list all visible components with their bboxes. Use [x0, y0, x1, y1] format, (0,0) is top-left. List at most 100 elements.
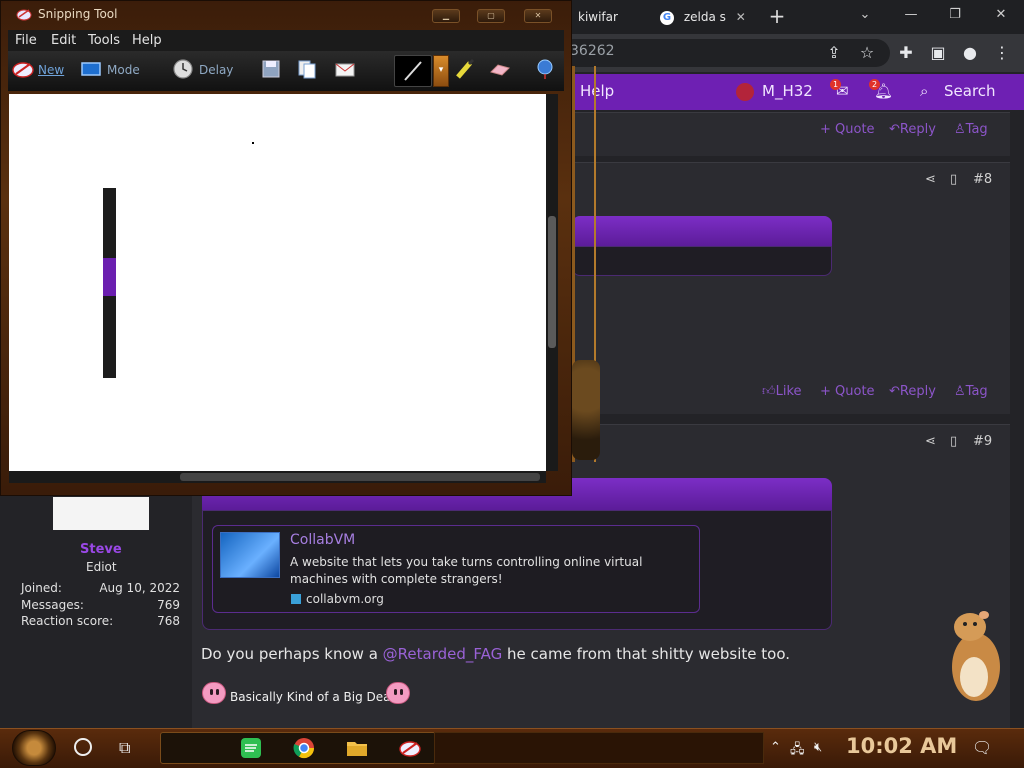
- menu-tools[interactable]: Tools: [88, 33, 120, 48]
- reply-link[interactable]: ↶Reply: [889, 122, 936, 137]
- snipping-tool-icon: [16, 9, 32, 21]
- capture-mark: [252, 142, 254, 144]
- share-icon[interactable]: ⋖: [925, 434, 936, 449]
- snip-canvas[interactable]: [9, 94, 546, 471]
- quote-header: [572, 216, 832, 246]
- captured-image-purple-band: [103, 258, 116, 296]
- vertical-scroll-thumb[interactable]: [548, 216, 556, 348]
- kirby-icon: [386, 682, 410, 704]
- tab-title: zelda s: [683, 10, 726, 24]
- menu-kebab-icon[interactable]: ⋮: [990, 41, 1014, 65]
- bookmark-icon[interactable]: ▯: [950, 434, 957, 449]
- new-snip-icon[interactable]: [12, 58, 34, 80]
- tab-title: kiwifar: [578, 10, 618, 24]
- username-link[interactable]: Steve: [80, 542, 122, 557]
- search-icon[interactable]: [74, 738, 92, 756]
- joined-value: Aug 10, 2022: [99, 581, 180, 595]
- start-button[interactable]: [12, 730, 56, 766]
- nav-search[interactable]: Search: [944, 82, 996, 100]
- minimize-button[interactable]: —: [896, 4, 926, 26]
- avatar[interactable]: [53, 497, 149, 530]
- joined-label: Joined:: [21, 581, 62, 595]
- mode-button[interactable]: Mode: [107, 63, 140, 77]
- copy-icon[interactable]: [296, 58, 318, 80]
- site-favicon-icon: [291, 594, 301, 604]
- thumbs-up-icon: 👍︎: [762, 384, 776, 399]
- window-title: Snipping Tool: [38, 7, 118, 21]
- user-title: Ediot: [86, 560, 117, 574]
- link-title[interactable]: CollabVM: [290, 532, 355, 548]
- network-icon[interactable]: 🖧︎: [790, 740, 805, 762]
- save-icon[interactable]: [260, 58, 282, 80]
- bookmark-icon[interactable]: ▯: [950, 172, 957, 187]
- balloon-icon[interactable]: [534, 58, 556, 80]
- chrome-icon[interactable]: [292, 736, 316, 760]
- link-description: A website that lets you take turns contr…: [290, 555, 643, 586]
- share-icon[interactable]: ⇪: [822, 41, 846, 65]
- menu-help[interactable]: Help: [132, 33, 162, 48]
- pen-icon: [404, 61, 422, 81]
- file-explorer-icon[interactable]: [345, 736, 369, 760]
- user-icon: ♙: [954, 384, 966, 399]
- bookmark-star-icon[interactable]: ☆: [855, 41, 879, 65]
- spotify-icon[interactable]: [239, 736, 263, 760]
- reply-link[interactable]: ↶Reply: [889, 384, 936, 399]
- search-icon[interactable]: ⌕: [920, 82, 928, 100]
- signature-text: Basically Kind of a Big Deal: [230, 690, 394, 704]
- inbox-badge: 1: [830, 79, 841, 90]
- alerts-badge: 2: [869, 79, 880, 90]
- clock[interactable]: 10:02 AM: [846, 734, 957, 758]
- eraser-icon[interactable]: [489, 58, 511, 80]
- sidebar-icon[interactable]: ▣: [926, 41, 950, 65]
- share-icon[interactable]: ⋖: [925, 172, 936, 187]
- reply-icon: ↶: [889, 384, 900, 399]
- tab-kiwifarms[interactable]: kiwifar: [578, 4, 644, 30]
- quote-link[interactable]: + Quote: [820, 384, 875, 399]
- close-window-button[interactable]: ✕: [524, 9, 552, 23]
- menu-file[interactable]: File: [15, 33, 37, 48]
- user-icon: ♙: [954, 122, 966, 137]
- messages-value: 769: [157, 598, 180, 612]
- taskbar-decor-area: [434, 732, 764, 764]
- highlighter-icon[interactable]: [454, 58, 476, 80]
- volume-muted-icon[interactable]: 🔇︎: [814, 740, 822, 755]
- close-icon[interactable]: ✕: [736, 10, 746, 24]
- gear-icon: [572, 360, 600, 460]
- maximize-button[interactable]: ▢: [477, 9, 505, 23]
- task-view-icon[interactable]: ⧉: [119, 738, 130, 758]
- profile-icon[interactable]: ●: [958, 41, 982, 65]
- messages-label: Messages:: [21, 598, 84, 612]
- like-link[interactable]: 👍︎Like: [762, 384, 802, 399]
- horizontal-scroll-thumb[interactable]: [180, 473, 540, 481]
- extensions-icon[interactable]: ✚: [894, 41, 918, 65]
- post-number[interactable]: #9: [973, 434, 992, 449]
- quote-link[interactable]: + Quote: [820, 122, 875, 137]
- close-window-button[interactable]: ✕: [986, 4, 1016, 26]
- restore-button[interactable]: ❐: [940, 4, 970, 26]
- chevron-up-icon[interactable]: ⌃: [770, 740, 781, 755]
- nav-username[interactable]: M_H32: [762, 82, 813, 100]
- pen-dropdown-button[interactable]: ▾: [433, 55, 449, 87]
- tag-link[interactable]: ♙Tag: [954, 122, 988, 137]
- notifications-icon[interactable]: 🗨︎: [972, 738, 992, 757]
- minimize-button[interactable]: ▁: [432, 9, 460, 23]
- pen-button[interactable]: [394, 55, 432, 87]
- user-avatar-icon[interactable]: [736, 82, 754, 101]
- chevron-down-icon[interactable]: ⌄: [850, 4, 880, 26]
- tab-zelda-search[interactable]: G zelda s ✕: [660, 4, 760, 30]
- post-number[interactable]: #8: [973, 172, 992, 187]
- new-button[interactable]: New: [38, 63, 64, 77]
- reply-icon: ↶: [889, 122, 900, 137]
- clock-icon[interactable]: [172, 58, 194, 80]
- mode-rectangle-icon[interactable]: [80, 58, 102, 80]
- snipping-tool-taskbar-icon[interactable]: [398, 736, 422, 760]
- post-body: Do you perhaps know a @Retarded_FAG he c…: [201, 645, 791, 663]
- user-mention-link[interactable]: @Retarded_FAG: [383, 645, 503, 663]
- new-tab-button[interactable]: +: [766, 4, 788, 30]
- menu-edit[interactable]: Edit: [51, 33, 76, 48]
- tag-link[interactable]: ♙Tag: [954, 384, 988, 399]
- address-text: 36262: [570, 43, 615, 59]
- delay-button[interactable]: Delay: [199, 63, 233, 77]
- hamster-icon: [952, 611, 1000, 701]
- send-snip-icon[interactable]: [334, 58, 356, 80]
